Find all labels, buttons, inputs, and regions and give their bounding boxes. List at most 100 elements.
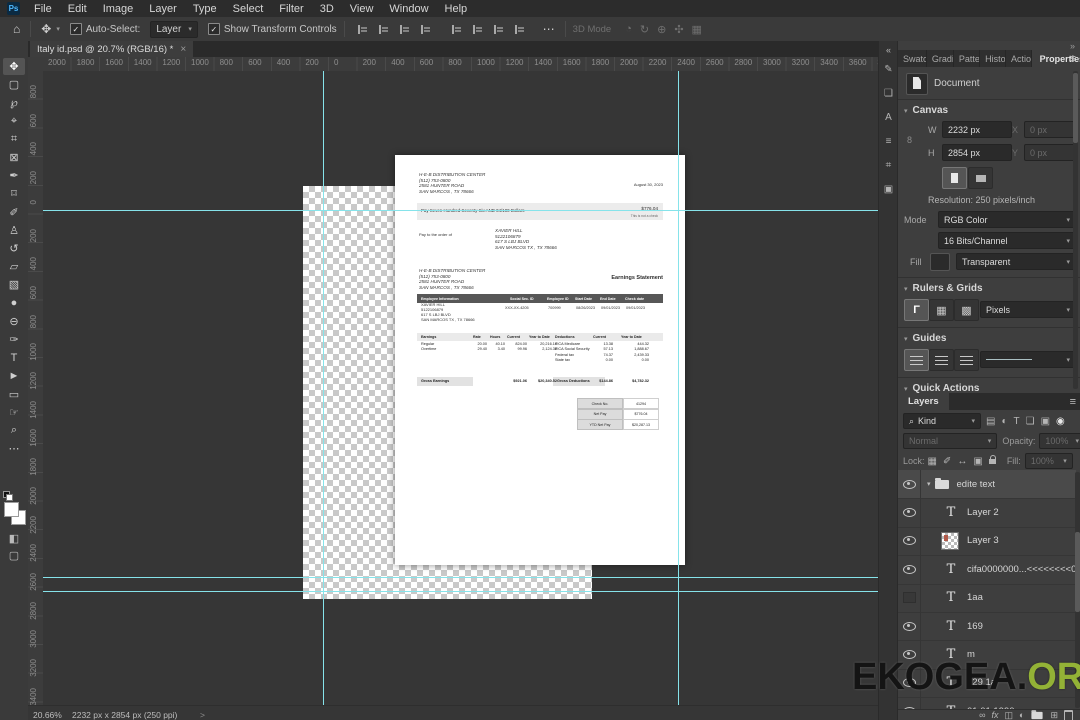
menu-help[interactable]: Help: [437, 0, 476, 17]
marquee-tool[interactable]: ▢: [3, 76, 25, 93]
layers-menu-icon[interactable]: ≡: [1070, 396, 1076, 408]
blur-tool[interactable]: ●: [3, 295, 25, 312]
filter-toggle-icon[interactable]: ◉: [1056, 416, 1065, 427]
align-right-edges-icon[interactable]: [398, 24, 411, 35]
menu-file[interactable]: File: [26, 0, 60, 17]
new-group-icon[interactable]: [1031, 709, 1044, 719]
collapsed-panel-icon-3[interactable]: A: [882, 111, 895, 124]
frame-tool[interactable]: ⊠: [3, 149, 25, 166]
filter-adjustment-layers-icon[interactable]: ◐: [1001, 416, 1007, 427]
zoom-tool[interactable]: ⌕: [3, 422, 25, 439]
auto-select-target-dropdown[interactable]: Layer ▾: [150, 20, 198, 38]
object-selection-tool[interactable]: ⌖: [3, 113, 25, 130]
layer-row[interactable]: Layer 3: [898, 526, 1076, 557]
lasso-tool[interactable]: ℘: [3, 94, 25, 111]
link-dimensions-icon[interactable]: 8: [907, 135, 912, 145]
filter-shape-layers-icon[interactable]: ❏: [1026, 416, 1035, 427]
align-vertical-centers-icon[interactable]: [492, 24, 505, 35]
align-top-edges-icon[interactable]: [419, 24, 432, 35]
guide-style-dropdown[interactable]: ▾: [980, 351, 1076, 368]
menu-window[interactable]: Window: [381, 0, 436, 17]
rulers-toggle-button[interactable]: Γ: [904, 299, 929, 321]
layer-row[interactable]: T Layer 2: [898, 498, 1076, 528]
eraser-tool[interactable]: ▱: [3, 258, 25, 275]
menu-select[interactable]: Select: [225, 0, 272, 17]
properties-scrollbar[interactable]: [1073, 71, 1078, 389]
chevron-down-icon[interactable]: ▾: [927, 480, 931, 488]
layer-row-group[interactable]: ▾ edite text: [898, 470, 1076, 500]
lock-position-icon[interactable]: ↔: [957, 456, 967, 467]
more-options-icon[interactable]: ⋯: [540, 22, 558, 36]
lock-image-pixels-icon[interactable]: ✐: [943, 456, 951, 467]
home-icon[interactable]: ⌂: [10, 22, 23, 36]
adjustment-layer-icon[interactable]: ◐: [1019, 710, 1024, 720]
pen-tool[interactable]: ✑: [3, 331, 25, 348]
visibility-toggle[interactable]: [898, 498, 921, 527]
ruler-horizontal[interactable]: 2000 1800 1600 1400 1200 1000 800 600 400 200 0 200…: [43, 57, 878, 72]
menu-view[interactable]: View: [342, 0, 382, 17]
clone-stamp-tool[interactable]: ♙: [3, 222, 25, 239]
visibility-toggle[interactable]: [898, 612, 921, 641]
lock-guides-button[interactable]: [929, 349, 954, 371]
crop-tool[interactable]: ⌗: [3, 131, 25, 148]
width-field[interactable]: 2232 px: [942, 121, 1012, 138]
move-tool[interactable]: ✥: [3, 58, 25, 75]
layer-name[interactable]: edite text: [957, 479, 996, 490]
filter-kind-dropdown[interactable]: ⌕ Kind ▾: [903, 413, 981, 429]
lock-all-icon[interactable]: [988, 454, 996, 464]
color-mode-dropdown[interactable]: RGB Color ▾: [938, 211, 1076, 228]
canvas-viewport[interactable]: H-E-B DISTRIBUTION CENTER (512) 753-0800…: [43, 71, 878, 705]
filter-pixel-layers-icon[interactable]: ▤: [986, 416, 995, 427]
delete-layer-icon[interactable]: [1064, 709, 1073, 720]
orientation-landscape-button[interactable]: [968, 167, 993, 189]
filter-smart-objects-icon[interactable]: ▣: [1041, 416, 1050, 427]
snap-toggle-button[interactable]: ▩: [954, 299, 979, 321]
orientation-portrait-button[interactable]: [942, 167, 967, 189]
visibility-toggle[interactable]: [898, 526, 921, 556]
guide-vertical-2[interactable]: [678, 71, 679, 705]
foreground-color-swatch[interactable]: [4, 502, 19, 517]
align-left-edges-icon[interactable]: [356, 24, 369, 35]
new-layer-icon[interactable]: ⊞: [1050, 710, 1058, 720]
fill-dropdown[interactable]: Transparent ▾: [956, 253, 1076, 270]
rectangle-tool[interactable]: ▭: [3, 386, 25, 403]
height-field[interactable]: 2854 px: [942, 144, 1012, 161]
type-tool[interactable]: T: [3, 349, 25, 366]
zoom-level[interactable]: 20.66%: [33, 710, 62, 720]
menu-3d[interactable]: 3D: [312, 0, 342, 17]
filter-type-layers-icon[interactable]: T: [1014, 416, 1020, 427]
layer-effects-icon[interactable]: fx: [991, 710, 998, 720]
healing-brush-tool[interactable]: ⌑: [3, 185, 25, 202]
layer-name[interactable]: Layer 2: [967, 507, 999, 518]
guides-toggle-button[interactable]: [904, 349, 929, 371]
guides-section-header[interactable]: ▾ Guides: [904, 333, 946, 344]
lock-artboard-icon[interactable]: ▣: [973, 456, 982, 467]
show-transform-checkbox[interactable]: ✓: [207, 23, 220, 35]
ruler-units-dropdown[interactable]: Pixels ▾: [980, 301, 1076, 318]
bit-depth-dropdown[interactable]: 16 Bits/Channel ▾: [938, 232, 1076, 249]
guide-vertical-1[interactable]: [323, 71, 324, 705]
collapsed-panel-icon-6[interactable]: ▣: [882, 183, 895, 196]
ruler-vertical[interactable]: 800 600 400 200 0 200 400 600 800 1000 1200 1400 160…: [28, 71, 44, 705]
fill-swatch[interactable]: [930, 253, 950, 271]
distribute-vertical-icon[interactable]: [450, 24, 463, 35]
edit-toolbar[interactable]: ⋯: [3, 440, 25, 457]
lock-transparent-pixels-icon[interactable]: ▦: [928, 456, 937, 467]
guide-horizontal-3[interactable]: [43, 591, 878, 592]
menu-edit[interactable]: Edit: [60, 0, 95, 17]
visibility-toggle[interactable]: [898, 555, 921, 584]
align-bottom-edges-icon[interactable]: [513, 24, 526, 35]
layer-mask-icon[interactable]: ◫: [1005, 710, 1014, 720]
collapsed-panel-icon-4[interactable]: ≡: [882, 135, 895, 148]
path-selection-tool[interactable]: ►: [3, 367, 25, 384]
tab-patterns[interactable]: Patte: [953, 50, 981, 67]
expand-panels-icon[interactable]: «: [882, 43, 895, 56]
document-tab[interactable]: Italy id.psd @ 20.7% (RGB/16) * ×: [30, 41, 194, 57]
distribute-horizontal-icon[interactable]: [471, 24, 484, 35]
dodge-tool[interactable]: ⊖: [3, 313, 25, 330]
rulers-grids-section-header[interactable]: ▾ Rulers & Grids: [904, 283, 983, 294]
menu-image[interactable]: Image: [95, 0, 142, 17]
link-layers-icon[interactable]: ∞: [979, 710, 985, 720]
tab-swatches[interactable]: Swatc: [898, 50, 927, 67]
eyedropper-tool[interactable]: ✒: [3, 167, 25, 184]
